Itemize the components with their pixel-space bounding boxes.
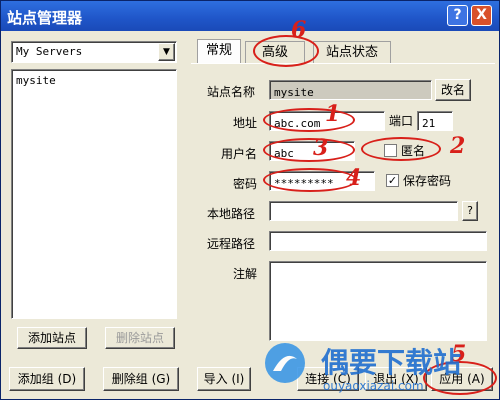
remote-path-field[interactable] <box>269 231 487 251</box>
note-label: 注解 <box>233 267 258 281</box>
annotation-oval <box>263 108 355 132</box>
username-label: 用户名 <box>221 147 258 161</box>
annotation-number: 1 <box>325 101 341 127</box>
site-list-item[interactable]: mysite <box>12 72 56 90</box>
annotation-oval <box>263 168 357 192</box>
annotation-number: 4 <box>346 165 362 191</box>
annotation-oval <box>263 138 355 162</box>
port-value: 21 <box>422 117 436 130</box>
rename-button[interactable]: 改名 <box>435 79 471 101</box>
password-label: 密码 <box>233 177 258 191</box>
save-password-label: 保存密码 <box>403 174 452 188</box>
local-path-value <box>270 207 274 220</box>
port-field[interactable]: 21 <box>417 111 453 131</box>
remote-path-value <box>270 237 274 250</box>
help-button[interactable]: ? <box>447 5 468 26</box>
title-bar[interactable]: 站点管理器 ? X <box>1 1 499 31</box>
annotation-number: 3 <box>313 135 329 161</box>
server-select[interactable]: My Servers ▼ <box>11 41 177 63</box>
add-group-button[interactable]: 添加组 (D) <box>9 367 85 391</box>
delete-site-button[interactable]: 删除站点 <box>105 327 175 349</box>
local-path-field[interactable] <box>269 201 458 221</box>
site-name-label: 站点名称 <box>207 85 256 99</box>
address-label: 地址 <box>233 116 258 130</box>
annotation-oval <box>361 137 441 161</box>
local-path-label: 本地路径 <box>207 207 256 221</box>
close-button[interactable]: X <box>471 5 492 26</box>
site-list[interactable]: mysite <box>11 69 177 319</box>
delete-group-button[interactable]: 删除组 (G) <box>103 367 179 391</box>
import-button[interactable]: 导入 (I) <box>197 367 251 391</box>
remote-path-label: 远程路径 <box>207 237 256 251</box>
note-field[interactable] <box>269 261 487 341</box>
annotation-number: 2 <box>450 133 466 159</box>
site-name-field[interactable]: mysite <box>269 80 432 100</box>
watermark: 偶要下载站 ouyaoxiazai.com <box>263 339 499 397</box>
site-name-value: mysite <box>274 86 314 99</box>
watermark-brand: 偶要下载站 <box>321 346 462 379</box>
dropdown-arrow-icon[interactable]: ▼ <box>158 43 175 61</box>
watermark-url: ouyaoxiazai.com <box>323 379 424 393</box>
tab-general[interactable]: 常规 <box>197 39 241 63</box>
tab-site-status[interactable]: 站点状态 <box>313 41 391 63</box>
port-label: 端口 <box>389 114 414 128</box>
add-site-button[interactable]: 添加站点 <box>17 327 87 349</box>
site-manager-window: 站点管理器 ? X My Servers ▼ mysite 添加站点 删除站点 … <box>0 0 500 400</box>
watermark-logo-icon <box>265 343 305 383</box>
window-title: 站点管理器 <box>7 9 83 27</box>
save-password-checkbox[interactable]: ✓ <box>386 174 399 187</box>
browse-button[interactable]: ? <box>462 201 478 221</box>
annotation-number: 6 <box>291 17 307 43</box>
note-value <box>270 267 274 280</box>
annotation-oval <box>253 35 319 67</box>
server-select-value: My Servers <box>16 45 83 58</box>
